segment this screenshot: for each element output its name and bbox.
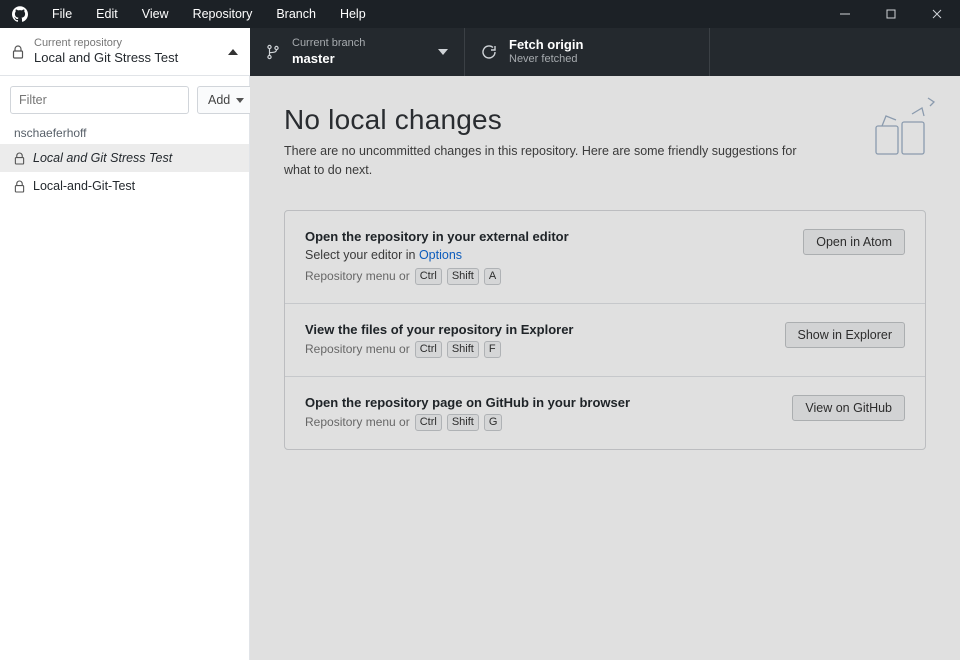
fetch-origin-button[interactable]: Fetch origin Never fetched	[465, 28, 710, 76]
menu-help[interactable]: Help	[328, 0, 378, 28]
current-branch-value: master	[292, 51, 438, 67]
sync-icon	[481, 44, 497, 60]
chevron-down-icon	[438, 49, 448, 55]
window-close-button[interactable]	[914, 0, 960, 28]
fetch-origin-status: Never fetched	[509, 53, 693, 67]
fetch-origin-label: Fetch origin	[509, 37, 693, 53]
current-repository-value: Local and Git Stress Test	[34, 50, 228, 66]
toolbar: Current repository Local and Git Stress …	[0, 28, 960, 76]
menu-repository[interactable]: Repository	[181, 0, 265, 28]
sidebar-group-label: nschaeferhoff	[0, 124, 249, 144]
caret-down-icon	[236, 98, 244, 103]
github-logo-icon	[0, 6, 40, 22]
main-content: No local changes There are no uncommitte…	[250, 76, 960, 660]
window-maximize-button[interactable]	[868, 0, 914, 28]
git-branch-icon	[266, 44, 280, 60]
repository-sidebar: Add nschaeferhoff Local and Git Stress T…	[0, 76, 250, 660]
modal-overlay	[250, 76, 960, 660]
menu-branch[interactable]: Branch	[264, 0, 328, 28]
current-repository-label: Current repository	[34, 37, 228, 50]
sidebar-repo-name: Local and Git Stress Test	[33, 151, 172, 165]
repository-filter-input[interactable]	[10, 86, 189, 114]
lock-icon	[14, 180, 25, 193]
add-button-label: Add	[208, 93, 230, 107]
lock-icon	[14, 152, 25, 165]
current-branch-selector[interactable]: Current branch master	[250, 28, 465, 76]
menu-view[interactable]: View	[130, 0, 181, 28]
current-branch-label: Current branch	[292, 37, 438, 51]
sidebar-repo-item[interactable]: Local-and-Git-Test	[0, 172, 249, 200]
sidebar-repo-item[interactable]: Local and Git Stress Test	[0, 144, 249, 172]
sidebar-repo-name: Local-and-Git-Test	[33, 179, 135, 193]
window-minimize-button[interactable]	[822, 0, 868, 28]
current-repository-selector[interactable]: Current repository Local and Git Stress …	[0, 28, 250, 76]
add-repository-button[interactable]: Add	[197, 86, 255, 114]
menu-file[interactable]: File	[40, 0, 84, 28]
chevron-up-icon	[228, 49, 238, 55]
titlebar: File Edit View Repository Branch Help	[0, 0, 960, 28]
menu-edit[interactable]: Edit	[84, 0, 130, 28]
lock-icon	[12, 45, 24, 59]
